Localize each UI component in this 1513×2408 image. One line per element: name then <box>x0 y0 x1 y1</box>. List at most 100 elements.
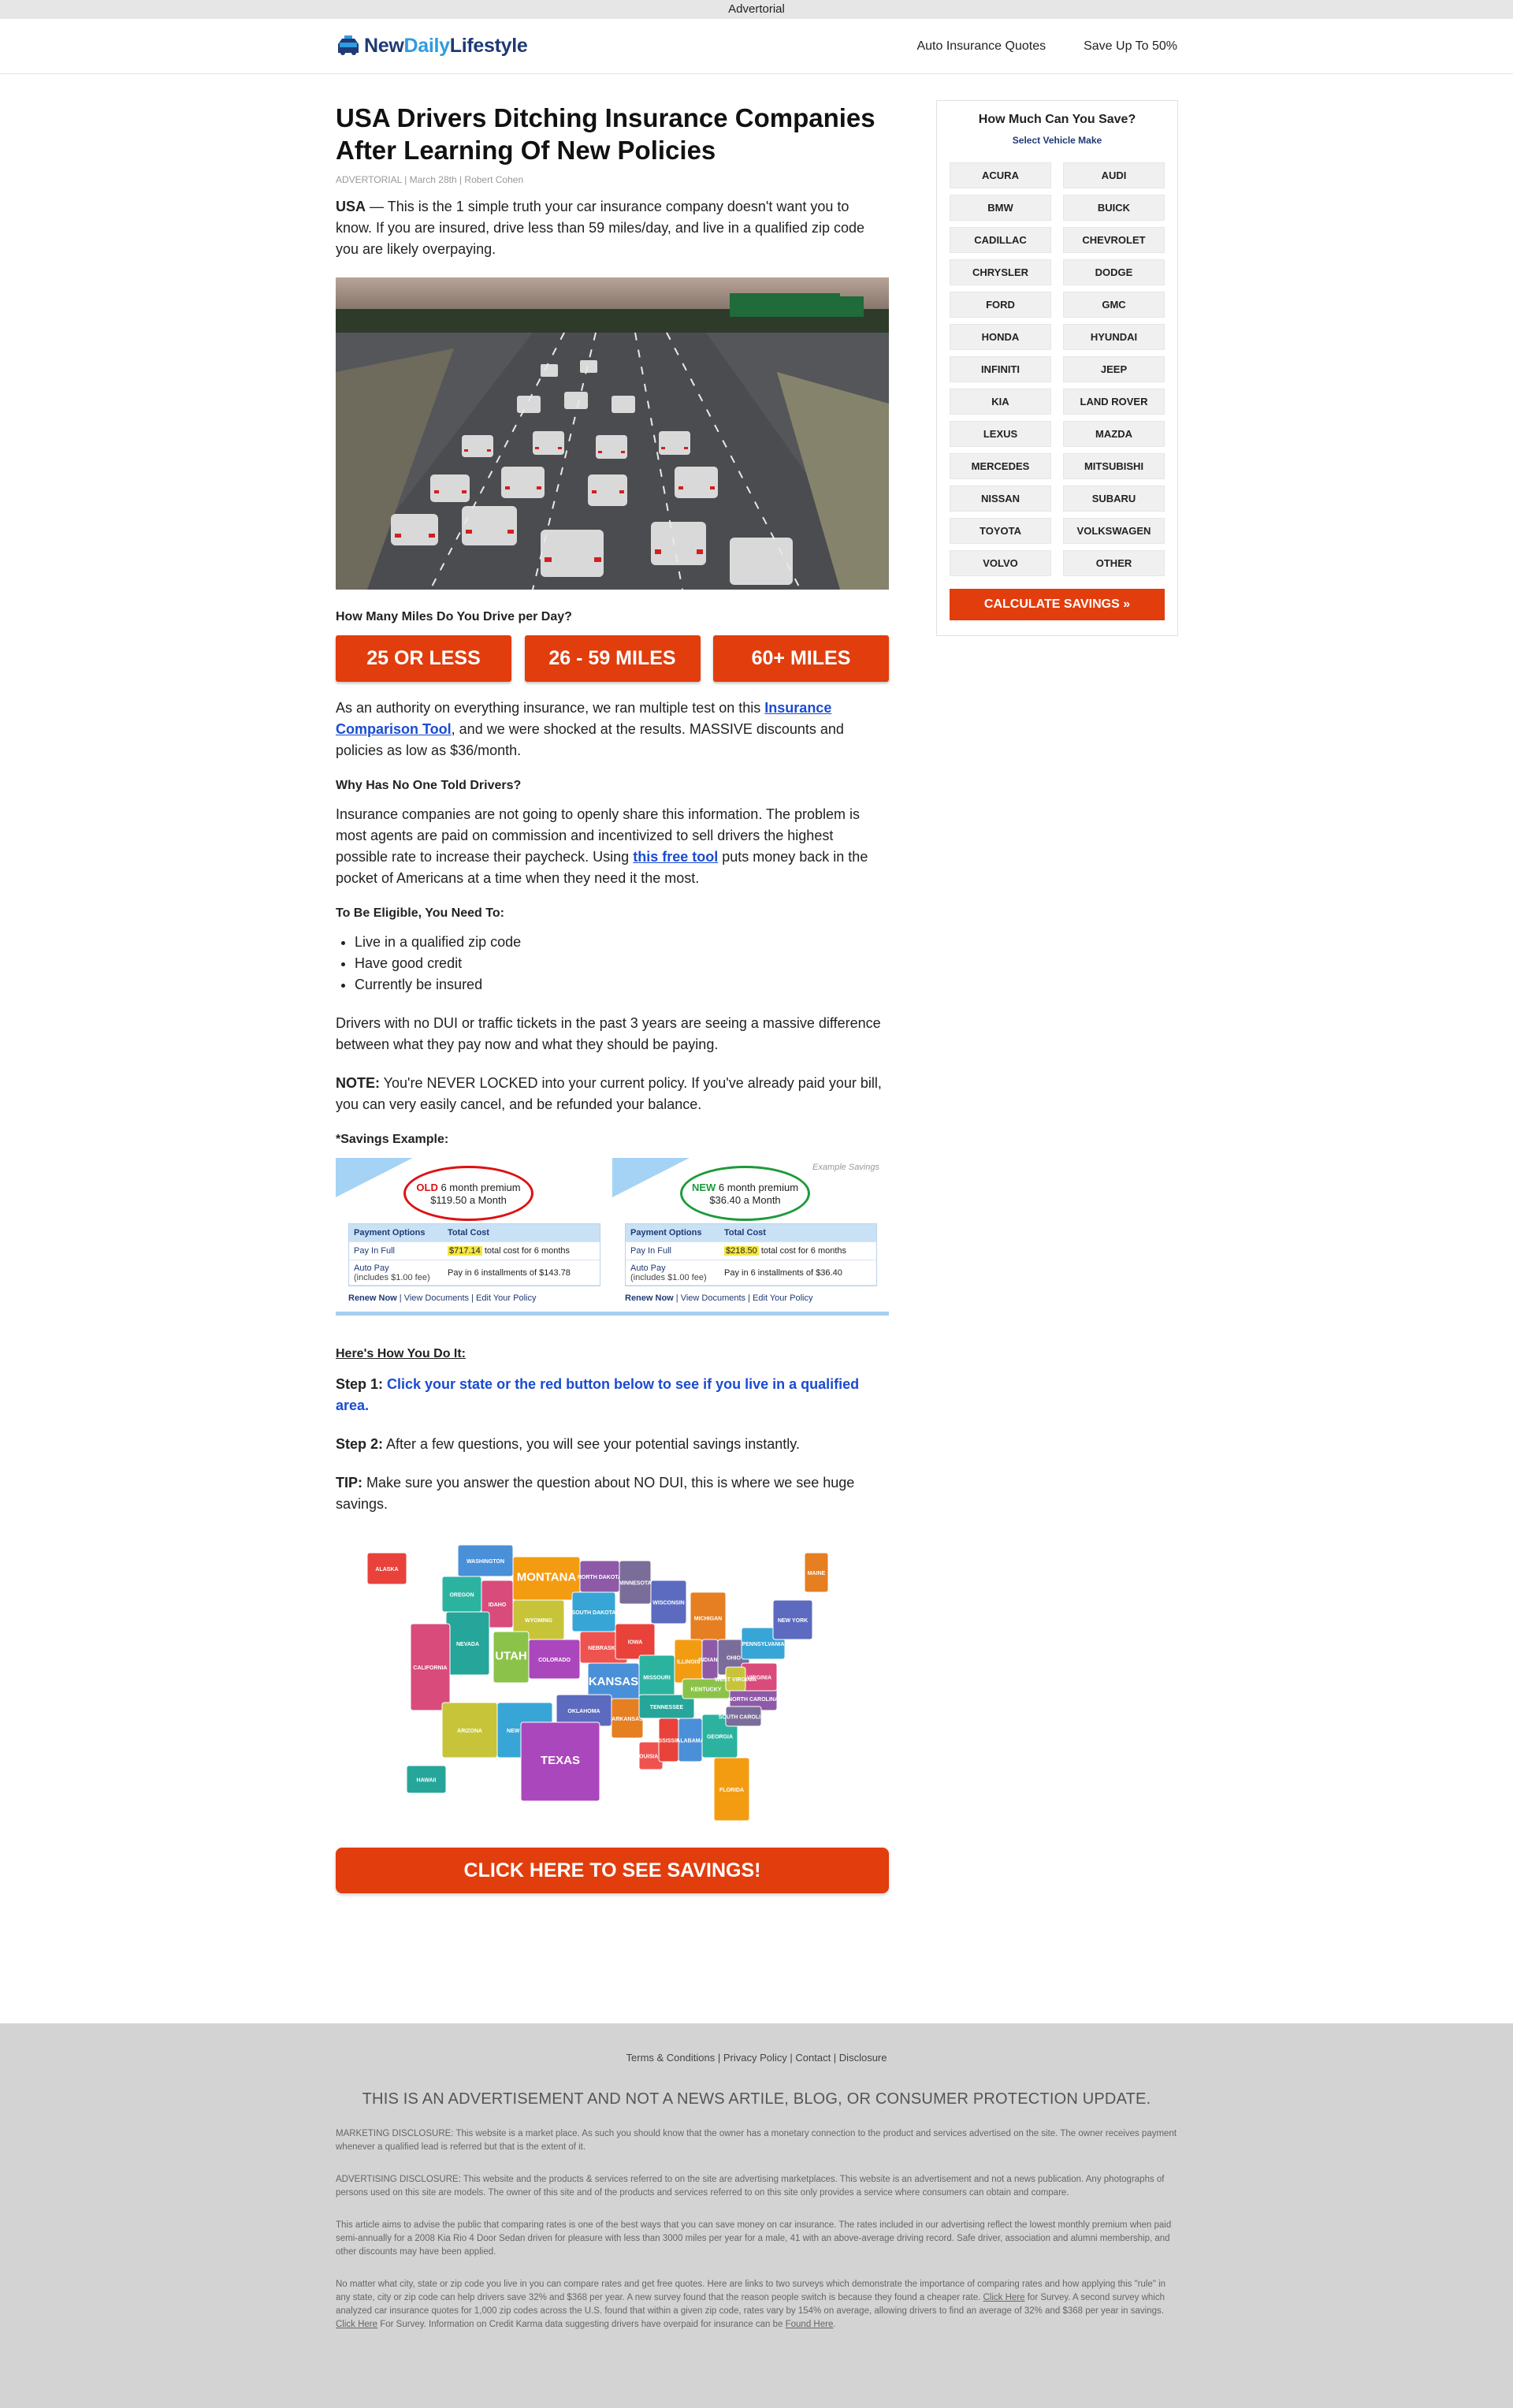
make-button-cadillac[interactable]: CADILLAC <box>950 227 1051 253</box>
state-label: OREGON <box>449 1593 474 1599</box>
miles-25-or-less-button[interactable]: 25 OR LESS <box>336 635 511 682</box>
step-2-label: Step 2: <box>336 1436 384 1452</box>
state-label: PENNSYLVANIA <box>742 1642 785 1647</box>
state-label: UTAH <box>495 1650 527 1663</box>
site-header: NewDailyLifestyle Auto Insurance Quotes … <box>0 19 1513 74</box>
make-button-volkswagen[interactable]: VOLKSWAGEN <box>1063 518 1165 544</box>
make-button-mazda[interactable]: MAZDA <box>1063 421 1165 447</box>
make-button-volvo[interactable]: VOLVO <box>950 550 1051 576</box>
miles-26-59-button[interactable]: 26 - 59 MILES <box>524 635 701 682</box>
make-button-infiniti[interactable]: INFINITI <box>950 356 1051 382</box>
state-label: FLORIDA <box>719 1788 744 1793</box>
view-documents-link[interactable]: View Documents <box>681 1293 745 1303</box>
heading-savings-example: *Savings Example: <box>336 1133 449 1146</box>
renew-now-link[interactable]: Renew Now <box>625 1293 674 1303</box>
traffic-photo[interactable] <box>336 277 889 590</box>
col-payment-options: Payment Options <box>630 1228 702 1237</box>
renew-now-link[interactable]: Renew Now <box>348 1293 397 1303</box>
make-button-subaru[interactable]: SUBARU <box>1063 486 1165 512</box>
car-logo-icon <box>338 35 359 55</box>
advertising-disclosure: ADVERTISING DISCLOSURE: This website and… <box>336 2175 1165 2198</box>
state-label: WASHINGTON <box>467 1559 504 1565</box>
authority-paragraph: As an authority on everything insurance,… <box>336 698 889 761</box>
make-button-honda[interactable]: HONDA <box>950 324 1051 350</box>
note-paragraph: NOTE: You're NEVER LOCKED into your curr… <box>336 1073 889 1115</box>
state-label: TEXAS <box>541 1754 580 1767</box>
make-button-lexus[interactable]: LEXUS <box>950 421 1051 447</box>
nav-auto-insurance-quotes[interactable]: Auto Insurance Quotes <box>916 39 1046 54</box>
state-label: ALABAMA <box>676 1739 704 1744</box>
new-tag: NEW <box>691 1182 716 1193</box>
site-logo[interactable]: NewDailyLifestyle <box>336 32 528 60</box>
table-header: Payment Options Total Cost <box>626 1224 876 1242</box>
savings-widget: How Much Can You Save? Select Vehicle Ma… <box>936 100 1178 636</box>
tip-text: Make sure you answer the question about … <box>336 1475 855 1512</box>
row-auto-pay: Auto Pay <box>354 1263 389 1273</box>
list-item: Have good credit <box>355 953 889 974</box>
credit-karma-link[interactable]: Found Here <box>786 2320 834 2329</box>
old-policy-links: Renew Now | View Documents | Edit Your P… <box>348 1293 537 1303</box>
free-tool-link[interactable]: this free tool <box>633 849 718 865</box>
state-label: IDAHO <box>489 1602 507 1608</box>
calculate-savings-button[interactable]: CALCULATE SAVINGS » <box>950 589 1165 620</box>
old-autopay-value: Pay in 6 installments of $143.78 <box>448 1267 571 1278</box>
state-label: ILLINOIS <box>677 1660 701 1666</box>
make-button-acura[interactable]: ACURA <box>950 162 1051 188</box>
footer-link-contact[interactable]: Contact <box>795 2052 831 2064</box>
make-button-toyota[interactable]: TOYOTA <box>950 518 1051 544</box>
make-button-jeep[interactable]: JEEP <box>1063 356 1165 382</box>
widget-title: How Much Can You Save? <box>978 113 1136 126</box>
usa-state-map[interactable]: ALASKA WASHINGTON OREGON MONTANA NORTH DAKOT… <box>336 1537 889 1822</box>
make-button-chevrolet[interactable]: CHEVROLET <box>1063 227 1165 253</box>
step-1-link[interactable]: Click your state or the red button below… <box>336 1376 859 1413</box>
old-tag: OLD <box>416 1182 438 1193</box>
state-label: SOUTH DAKOTA <box>572 1610 616 1616</box>
make-button-mercedes[interactable]: MERCEDES <box>950 453 1051 479</box>
savings-new-panel: Example Savings NEW 6 month premium $36.4… <box>612 1158 889 1312</box>
footer-link-terms[interactable]: Terms & Conditions <box>626 2052 716 2064</box>
usa-map-image: ALASKA WASHINGTON OREGON MONTANA NORTH DAKOT… <box>366 1544 829 1822</box>
table-row: Auto Pay (includes $1.00 fee) Pay in 6 ins… <box>626 1260 876 1286</box>
survey-link-1[interactable]: Click Here <box>983 2293 1024 2302</box>
make-button-dodge[interactable]: DODGE <box>1063 259 1165 285</box>
footer-link-disclosure[interactable]: Disclosure <box>839 2052 887 2064</box>
make-button-hyundai[interactable]: HYUNDAI <box>1063 324 1165 350</box>
edit-policy-link[interactable]: Edit Your Policy <box>753 1293 812 1303</box>
edit-policy-link[interactable]: Edit Your Policy <box>476 1293 536 1303</box>
state-label: MICHIGAN <box>694 1617 722 1622</box>
make-button-audi[interactable]: AUDI <box>1063 162 1165 188</box>
logo-part-3: Lifestyle <box>449 34 528 57</box>
make-button-bmw[interactable]: BMW <box>950 195 1051 221</box>
heading-how-you-do-it: Here's How You Do It: <box>336 1347 467 1360</box>
make-button-gmc[interactable]: GMC <box>1063 292 1165 318</box>
decorative-triangle <box>612 1158 690 1197</box>
make-button-other[interactable]: OTHER <box>1063 550 1165 576</box>
savings-example-image[interactable]: OLD 6 month premium $119.50 a Month Payme… <box>336 1158 889 1316</box>
row1-suffix: total cost for 6 months <box>758 1246 847 1256</box>
see-savings-cta-button[interactable]: CLICK HERE TO SEE SAVINGS! <box>336 1848 889 1893</box>
new-policy-links: Renew Now | View Documents | Edit Your P… <box>625 1293 813 1303</box>
authority-text-1: As an authority on everything insurance,… <box>336 700 765 716</box>
make-button-buick[interactable]: BUICK <box>1063 195 1165 221</box>
make-button-chrysler[interactable]: CHRYSLER <box>950 259 1051 285</box>
widget-subtitle: Select Vehicle Make <box>1012 135 1102 146</box>
footer-link-privacy[interactable]: Privacy Policy <box>723 2052 787 2064</box>
miles-60-plus-button[interactable]: 60+ MILES <box>713 635 889 682</box>
col-payment-options: Payment Options <box>354 1228 426 1237</box>
step-1: Step 1: Click your state or the red butt… <box>336 1374 889 1416</box>
state-label: NEW YORK <box>778 1618 808 1624</box>
state-label: ARIZONA <box>457 1729 482 1734</box>
make-button-kia[interactable]: KIA <box>950 389 1051 415</box>
survey-link-2[interactable]: Click Here <box>336 2320 377 2329</box>
make-button-nissan[interactable]: NISSAN <box>950 486 1051 512</box>
nav-save-up-to-50[interactable]: Save Up To 50% <box>1084 39 1177 54</box>
note-text: You're NEVER LOCKED into your current po… <box>336 1075 882 1112</box>
make-button-mitsubishi[interactable]: MITSUBISHI <box>1063 453 1165 479</box>
heading-no-one-told: Why Has No One Told Drivers? <box>336 779 522 792</box>
state-label: CALIFORNIA <box>413 1666 447 1671</box>
table-header: Payment Options Total Cost <box>349 1224 600 1242</box>
make-button-ford[interactable]: FORD <box>950 292 1051 318</box>
view-documents-link[interactable]: View Documents <box>404 1293 469 1303</box>
advertorial-bar: Advertorial <box>0 0 1513 19</box>
make-button-land-rover[interactable]: LAND ROVER <box>1063 389 1165 415</box>
